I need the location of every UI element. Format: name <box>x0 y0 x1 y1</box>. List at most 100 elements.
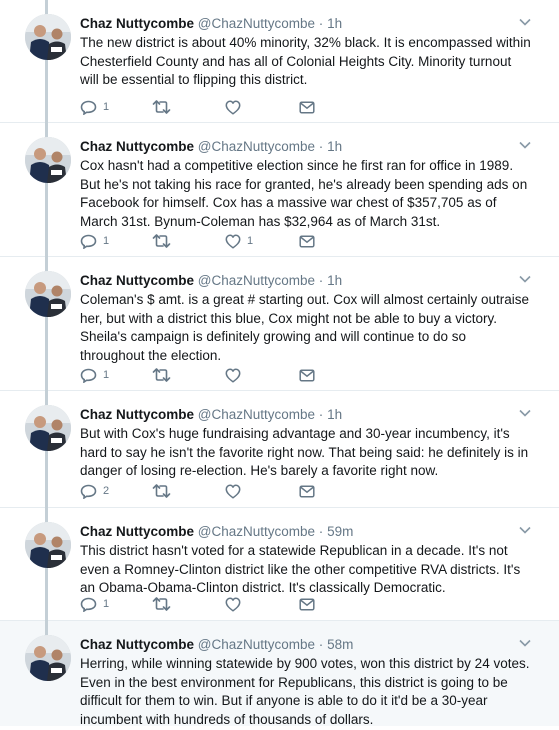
separator-dot: · <box>318 139 324 154</box>
avatar[interactable] <box>25 405 71 451</box>
tweet-thread: Chaz Nuttycombe @ChazNuttycombe · 1h The… <box>0 0 559 727</box>
reply-icon <box>80 234 97 249</box>
author-handle[interactable]: @ChazNuttycombe <box>198 637 315 652</box>
tweet-text: This district hasn't voted for a statewi… <box>80 543 521 596</box>
tweet-highlighted[interactable]: Chaz Nuttycombe @ChazNuttycombe · 58m He… <box>0 621 559 727</box>
author-handle[interactable]: @ChazNuttycombe <box>198 16 315 31</box>
avatar-photo-icon <box>25 635 71 681</box>
timestamp[interactable]: 58m <box>327 637 353 652</box>
direct-message-button[interactable] <box>299 368 315 382</box>
timestamp[interactable]: 1h <box>327 139 342 154</box>
author-handle[interactable]: @ChazNuttycombe <box>198 273 315 288</box>
reply-count: 2 <box>103 485 110 497</box>
timestamp[interactable]: 1h <box>327 407 342 422</box>
avatar-photo-icon <box>25 14 71 60</box>
thread-connector-line <box>45 508 48 523</box>
author-name[interactable]: Chaz Nuttycombe <box>80 16 194 31</box>
envelope-icon <box>299 484 315 498</box>
reply-button[interactable]: 1 <box>80 234 152 249</box>
separator-dot: · <box>318 524 324 539</box>
retweet-button[interactable] <box>152 100 225 114</box>
avatar-photo-icon <box>25 522 71 568</box>
avatar-photo-icon <box>25 271 71 317</box>
direct-message-button[interactable] <box>299 484 315 498</box>
thread-connector-line <box>45 183 48 257</box>
avatar[interactable] <box>25 635 71 681</box>
chevron-down-icon[interactable] <box>519 275 531 283</box>
thread-connector-line <box>45 257 48 272</box>
thread-connector-line <box>45 60 48 123</box>
author-handle[interactable]: @ChazNuttycombe <box>198 407 315 422</box>
retweet-icon <box>152 597 171 611</box>
avatar[interactable] <box>25 14 71 60</box>
chevron-down-icon[interactable] <box>519 639 531 647</box>
reply-button[interactable]: 1 <box>80 597 152 612</box>
retweet-button[interactable] <box>152 368 225 382</box>
thread-connector-line <box>45 317 48 391</box>
heart-icon <box>225 597 241 612</box>
tweet[interactable]: Chaz Nuttycombe @ChazNuttycombe · 1h Col… <box>0 257 559 391</box>
thread-connector-line <box>45 621 48 636</box>
tweet-text: Coleman's $ amt. is a great # starting o… <box>80 292 530 364</box>
author-handle[interactable]: @ChazNuttycombe <box>198 524 315 539</box>
author-handle[interactable]: @ChazNuttycombe <box>198 139 315 154</box>
tweet[interactable]: Chaz Nuttycombe @ChazNuttycombe · 1h Cox… <box>0 123 559 257</box>
reply-icon <box>80 484 97 499</box>
avatar[interactable] <box>25 137 71 183</box>
reply-button[interactable]: 1 <box>80 368 152 383</box>
direct-message-button[interactable] <box>299 234 315 248</box>
tweet[interactable]: Chaz Nuttycombe @ChazNuttycombe · 1h But… <box>0 391 559 508</box>
separator-dot: · <box>318 273 324 288</box>
avatar[interactable] <box>25 271 71 317</box>
author-name[interactable]: Chaz Nuttycombe <box>80 637 194 652</box>
retweet-button[interactable] <box>152 484 225 498</box>
timestamp[interactable]: 1h <box>327 16 342 31</box>
envelope-icon <box>299 234 315 248</box>
envelope-icon <box>299 597 315 611</box>
chevron-down-icon[interactable] <box>519 18 531 26</box>
retweet-button[interactable] <box>152 234 225 248</box>
chevron-down-icon[interactable] <box>519 526 531 534</box>
thread-connector-line <box>45 568 48 621</box>
tweet[interactable]: Chaz Nuttycombe @ChazNuttycombe · 59m Th… <box>0 508 559 621</box>
thread-connector-line <box>45 451 48 508</box>
retweet-button[interactable] <box>152 597 225 611</box>
heart-icon <box>225 100 241 115</box>
like-button[interactable] <box>225 484 299 499</box>
tweet-actions: 1 1 <box>80 232 315 250</box>
avatar[interactable] <box>25 522 71 568</box>
timestamp[interactable]: 1h <box>327 273 342 288</box>
retweet-icon <box>152 234 171 248</box>
tweet[interactable]: Chaz Nuttycombe @ChazNuttycombe · 1h The… <box>0 0 559 123</box>
reply-count: 1 <box>103 235 110 247</box>
retweet-icon <box>152 100 171 114</box>
reply-icon <box>80 100 97 115</box>
reply-icon <box>80 368 97 383</box>
like-count: 1 <box>247 235 254 247</box>
avatar-photo-icon <box>25 405 71 451</box>
like-button[interactable] <box>225 100 299 115</box>
direct-message-button[interactable] <box>299 100 315 114</box>
envelope-icon <box>299 100 315 114</box>
like-button[interactable]: 1 <box>225 234 299 249</box>
chevron-down-icon[interactable] <box>519 409 531 417</box>
author-name[interactable]: Chaz Nuttycombe <box>80 273 194 288</box>
retweet-icon <box>152 484 171 498</box>
reply-button[interactable]: 1 <box>80 100 152 115</box>
like-button[interactable] <box>225 597 299 612</box>
reply-count: 1 <box>103 598 110 610</box>
reply-button[interactable]: 2 <box>80 484 152 499</box>
separator-dot: · <box>318 407 324 422</box>
author-name[interactable]: Chaz Nuttycombe <box>80 407 194 422</box>
author-name[interactable]: Chaz Nuttycombe <box>80 139 194 154</box>
author-name[interactable]: Chaz Nuttycombe <box>80 524 194 539</box>
timestamp[interactable]: 59m <box>327 524 353 539</box>
heart-icon <box>225 368 241 383</box>
direct-message-button[interactable] <box>299 597 315 611</box>
like-button[interactable] <box>225 368 299 383</box>
chevron-down-icon[interactable] <box>519 141 531 149</box>
thread-connector-line <box>45 391 48 406</box>
tweet-text: The new district is about 40% minority, … <box>80 35 531 88</box>
separator-dot: · <box>318 637 324 652</box>
tweet-actions: 1 <box>80 595 315 613</box>
